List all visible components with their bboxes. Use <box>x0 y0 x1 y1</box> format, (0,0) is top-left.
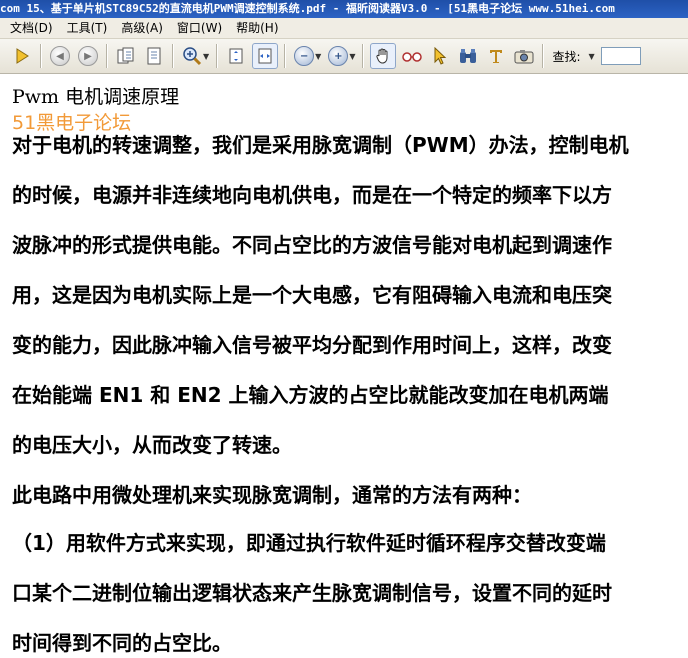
paragraph-line: 的电压大小，从而改变了转速。 <box>12 433 292 457</box>
plus-icon: + <box>328 46 349 66</box>
window-title-bar: com 15、基于单片机STC89C52的直流电机PWM调速控制系统.pdf -… <box>0 0 688 18</box>
select-cursor-icon[interactable] <box>428 44 452 68</box>
fit-width-icon[interactable] <box>252 43 279 69</box>
previous-page-button[interactable]: ◀ <box>48 44 72 68</box>
zoom-in-dropdown-icon[interactable]: ▼ <box>349 52 355 61</box>
toolbar-separator <box>216 44 219 68</box>
paragraph-line: 时间得到不同的占空比。 <box>12 631 232 655</box>
paragraph-line: 口某个二进制位输出逻辑状态来产生脉宽调制信号，设置不同的延时 <box>12 581 612 605</box>
paragraph-line: 在始能端 EN1 和 EN2 上输入方波的占空比就能改变加在电机两端 <box>12 383 609 407</box>
zoom-in-icon[interactable] <box>180 44 204 68</box>
arrow-left-icon: ◀ <box>50 46 70 66</box>
single-page-icon[interactable] <box>142 44 166 68</box>
document-heading: Pwm 电机调速原理 <box>12 86 180 108</box>
menu-tools[interactable]: 工具(T) <box>60 18 115 38</box>
zoom-out-button[interactable]: − <box>292 44 316 68</box>
paragraph-line: （1）用软件方式来实现，即通过执行软件延时循环程序交替改变端 <box>12 531 606 555</box>
paragraph-line: 用，这是因为电机实际上是一个大电感，它有阻碍输入电流和电压突 <box>12 283 612 307</box>
find-label: 查找: <box>552 49 581 64</box>
binoculars-icon[interactable] <box>456 44 480 68</box>
toolbar-separator <box>284 44 287 68</box>
copy-page-icon[interactable] <box>114 44 138 68</box>
zoom-out-dropdown-icon[interactable]: ▼ <box>315 52 321 61</box>
menu-window[interactable]: 窗口(W) <box>170 18 229 38</box>
find-options-dropdown-icon[interactable]: ▼ <box>589 52 595 61</box>
hand-tool-icon[interactable] <box>370 43 397 69</box>
zoom-in-button[interactable]: + <box>326 44 350 68</box>
paragraph-line: 的时候，电源并非连续地向电机供电，而是在一个特定的频率下以方 <box>12 183 612 207</box>
fit-page-icon[interactable] <box>224 44 248 68</box>
menu-help[interactable]: 帮助(H) <box>229 18 285 38</box>
toolbar-separator <box>362 44 365 68</box>
menu-bar: 文档(D) 工具(T) 高级(A) 窗口(W) 帮助(H) <box>0 18 688 39</box>
paragraph-line: 波脉冲的形式提供电能。不同占空比的方波信号能对电机起到调速作 <box>12 233 612 257</box>
snapshot-camera-icon[interactable] <box>512 44 536 68</box>
minus-icon: − <box>294 46 315 66</box>
toolbar-separator <box>106 44 108 68</box>
window-title: com 15、基于单片机STC89C52的直流电机PWM调速控制系统.pdf -… <box>0 2 615 15</box>
toolbar: ◀ ▶ ▼ − ▼ + ▼ 查找: ▼ <box>0 39 688 74</box>
play-forward-icon[interactable] <box>10 44 34 68</box>
text-tool-icon[interactable] <box>484 44 508 68</box>
toolbar-separator <box>542 44 545 68</box>
arrow-right-icon: ▶ <box>78 46 98 66</box>
paragraph-line: 变的能力，因此脉冲输入信号被平均分配到作用时间上，这样，改变 <box>12 333 612 357</box>
glasses-icon[interactable] <box>400 44 424 68</box>
document-view: Pwm 电机调速原理 51黑电子论坛 对于电机的转速调整，我们是采用脉宽调制（P… <box>0 74 688 658</box>
menu-advanced[interactable]: 高级(A) <box>114 18 170 38</box>
next-page-button[interactable]: ▶ <box>76 44 100 68</box>
paragraph-line: 对于电机的转速调整，我们是采用脉宽调制（PWM）办法，控制电机 <box>12 133 629 157</box>
paragraph-line: 此电路中用微处理机来实现脉宽调制，通常的方法有两种： <box>12 483 532 507</box>
toolbar-separator <box>172 44 174 68</box>
toolbar-separator <box>40 44 42 68</box>
zoom-dropdown-icon[interactable]: ▼ <box>203 52 209 61</box>
find-input[interactable] <box>600 47 641 65</box>
menu-document[interactable]: 文档(D) <box>0 18 60 38</box>
